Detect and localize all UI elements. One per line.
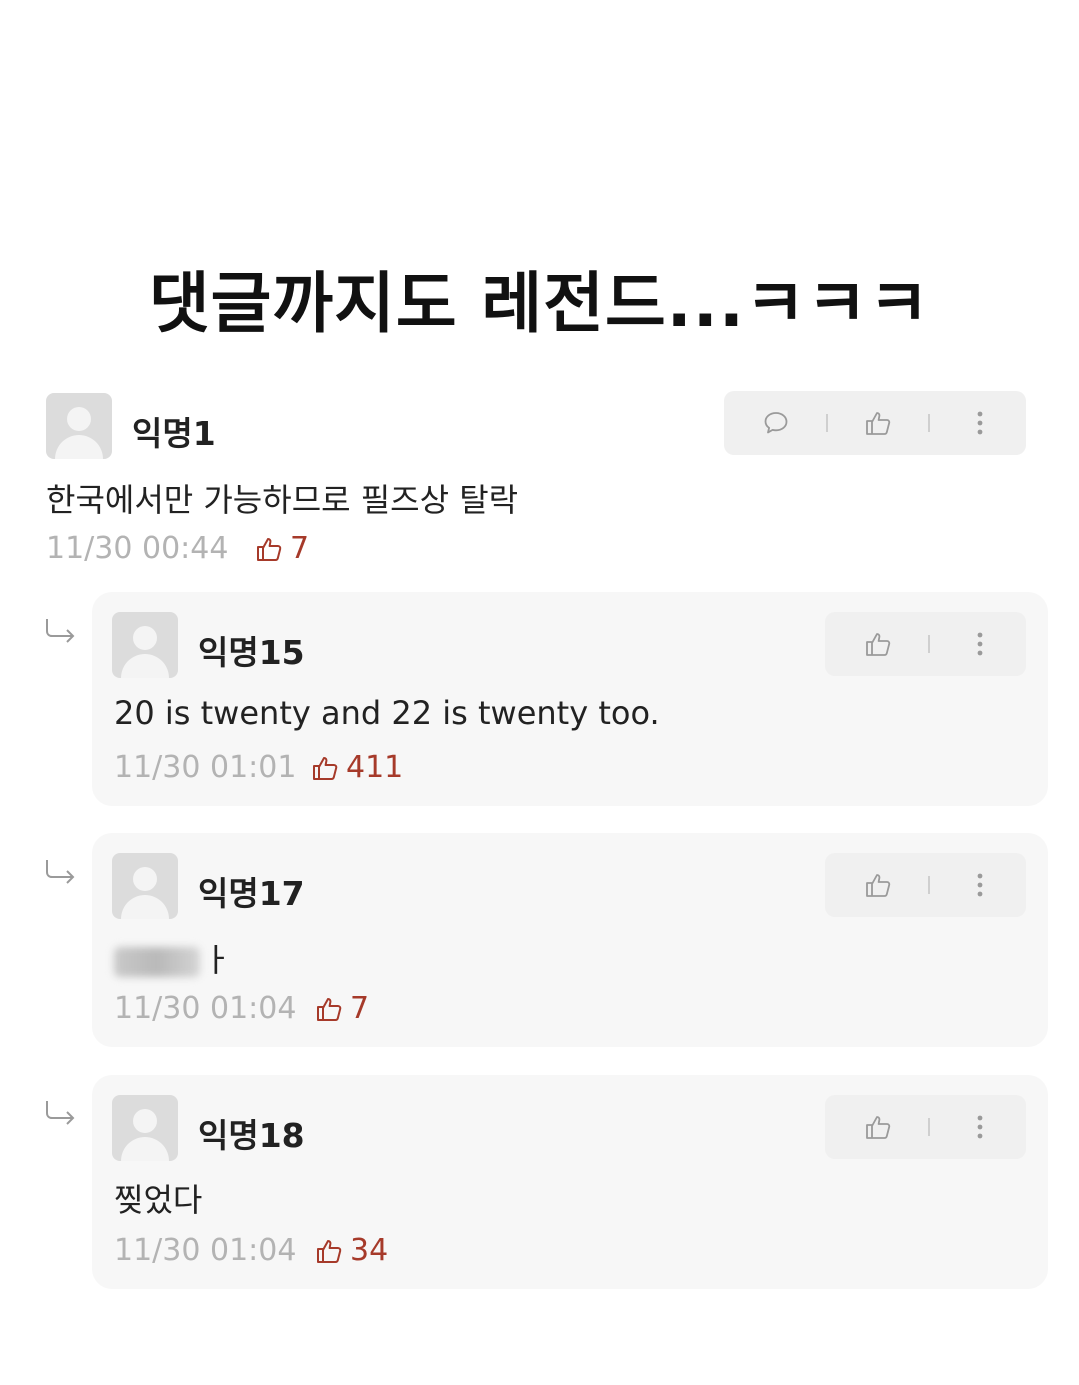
divider (928, 414, 930, 432)
like-count-value: 7 (350, 991, 370, 1026)
reply-arrow-icon (46, 1101, 75, 1125)
comment-text: ㅏ (202, 941, 232, 979)
comment-actions (724, 391, 1026, 455)
comment-1: 익명1 한국에서만 가능하므로 필즈상 탈락 11/30 00:44 7 (0, 385, 1079, 575)
like-count-value: 411 (346, 750, 404, 785)
vertical-dots-icon (977, 1115, 983, 1139)
avatar-icon[interactable] (46, 393, 112, 459)
reply-comment: 익명17 ㅏ 11/30 01:04 7 (92, 833, 1048, 1047)
reply-arrow-icon (46, 860, 75, 884)
redacted-text (114, 947, 200, 977)
thumbs-up-icon (866, 1116, 891, 1139)
thumbs-up-icon (317, 997, 342, 1021)
more-button[interactable] (960, 403, 1000, 443)
like-count: 7 (314, 991, 369, 1026)
reply-comment: 익명15 20 is twenty and 22 is twenty too. … (92, 592, 1048, 806)
comment-time: 11/30 00:44 (46, 531, 229, 566)
like-button[interactable] (858, 1107, 898, 1147)
vertical-dots-icon (977, 632, 983, 656)
avatar-icon[interactable] (112, 1095, 178, 1161)
vertical-dots-icon (977, 873, 983, 897)
reply-button[interactable] (756, 403, 796, 443)
comment-time: 11/30 01:04 (114, 1233, 297, 1268)
thumbs-up-icon (313, 756, 338, 780)
comment-time: 11/30 01:04 (114, 991, 297, 1026)
divider (928, 1118, 930, 1136)
comment-author[interactable]: 익명17 (198, 867, 305, 915)
comment-time: 11/30 01:01 (114, 750, 297, 785)
vertical-dots-icon (977, 411, 983, 435)
like-count: 411 (310, 750, 403, 785)
like-count: 34 (314, 1233, 388, 1268)
comment-author[interactable]: 익명15 (198, 626, 305, 674)
avatar-icon[interactable] (112, 853, 178, 919)
thumbs-up-icon (866, 412, 891, 435)
comment-text: 찢었다 (114, 1181, 203, 1219)
more-button[interactable] (960, 1107, 1000, 1147)
comment-text: 한국에서만 가능하므로 필즈상 탈락 (46, 481, 519, 519)
more-button[interactable] (960, 865, 1000, 905)
thumbs-up-icon (866, 633, 891, 656)
more-button[interactable] (960, 624, 1000, 664)
comment-author[interactable]: 익명18 (198, 1109, 305, 1157)
headline: 댓글까지도 레전드...ㅋㅋㅋ (148, 265, 931, 342)
comment-text-blurred: ㅏ (114, 935, 231, 981)
comment-author[interactable]: 익명1 (132, 407, 216, 455)
comment-actions (825, 853, 1026, 917)
like-button[interactable] (858, 624, 898, 664)
reply-comment: 익명18 찢었다 11/30 01:04 34 (92, 1075, 1048, 1289)
avatar-icon[interactable] (112, 612, 178, 678)
reply-arrow-icon (46, 619, 75, 643)
like-count-value: 7 (290, 531, 310, 566)
divider (928, 635, 930, 653)
like-button[interactable] (858, 865, 898, 905)
comment-actions (825, 612, 1026, 676)
like-count: 7 (254, 531, 309, 566)
divider (826, 414, 828, 432)
divider (928, 876, 930, 894)
thumbs-up-icon (257, 537, 282, 561)
like-button[interactable] (858, 403, 898, 443)
comment-text: 20 is twenty and 22 is twenty too. (114, 694, 660, 732)
thumbs-up-icon (866, 874, 891, 897)
thumbs-up-icon (317, 1239, 342, 1263)
like-count-value: 34 (350, 1233, 389, 1268)
comment-actions (825, 1095, 1026, 1159)
speech-bubble-icon (764, 412, 788, 434)
